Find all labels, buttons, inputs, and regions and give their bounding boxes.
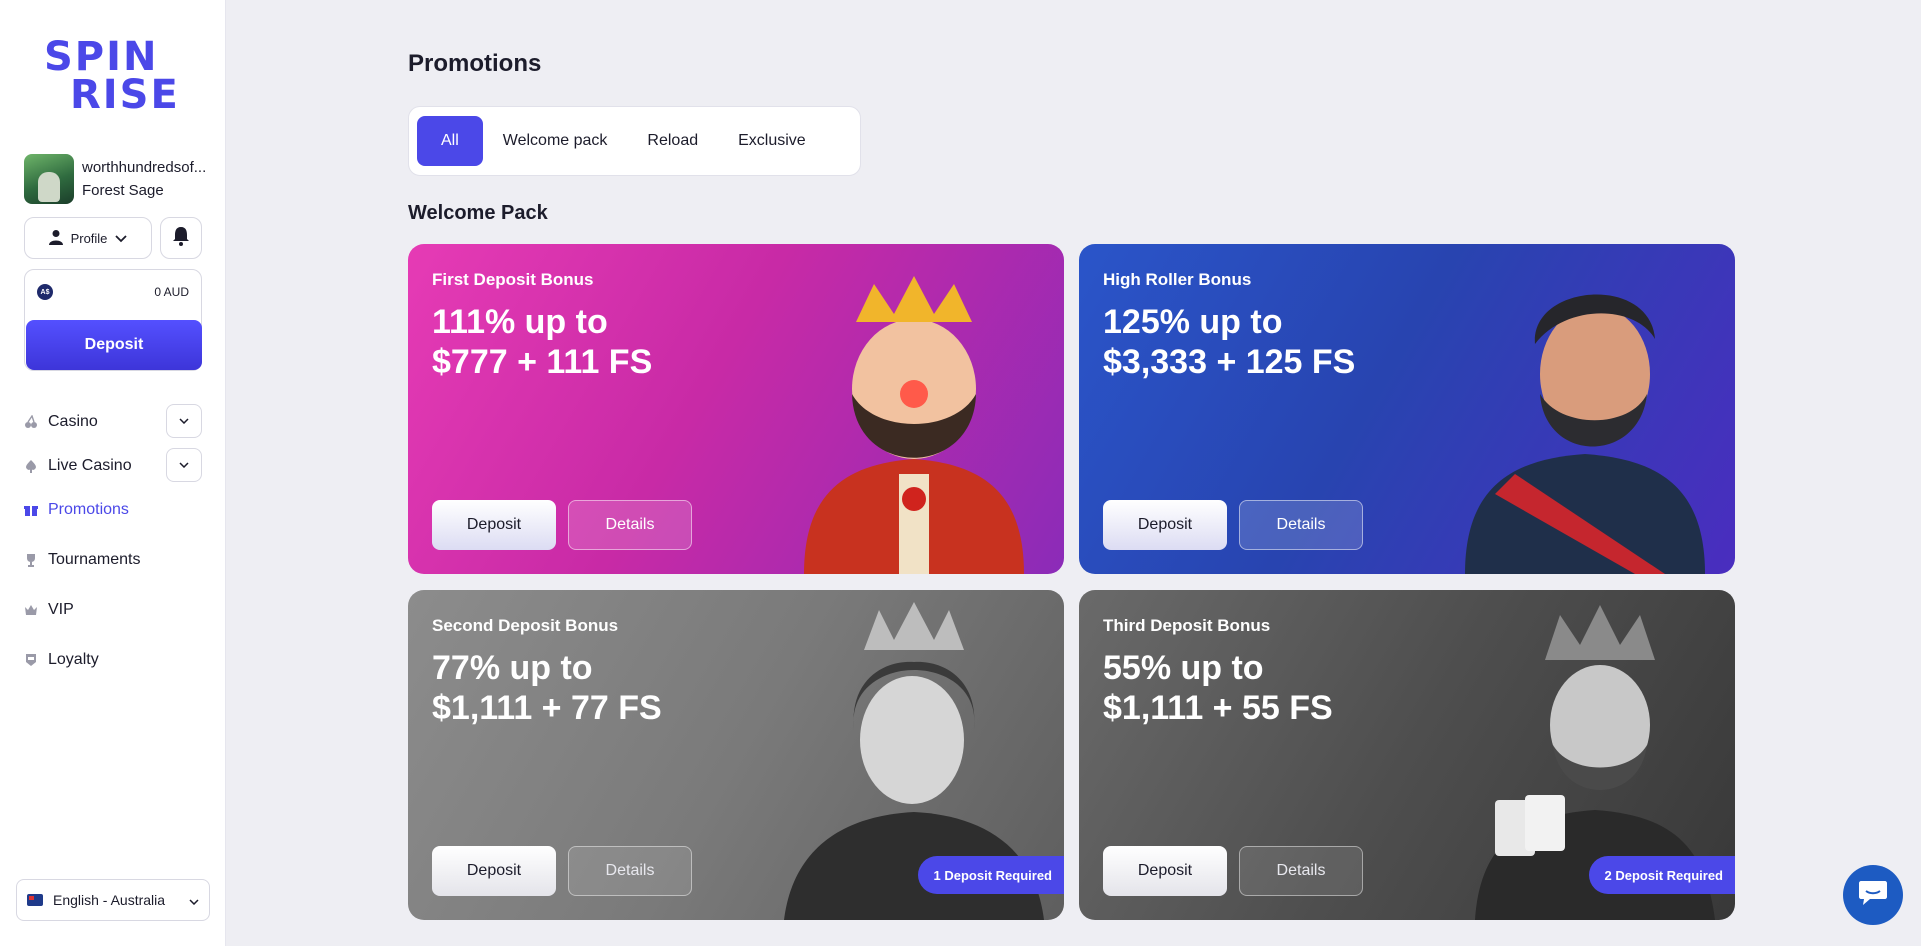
card-headline-line2: $1,111 + 77 FS [432,689,662,727]
logo-line-2: RISE [70,72,180,118]
spinrise-logo[interactable]: SPIN RISE [44,34,184,118]
crown-icon [24,603,38,617]
sidebar-item-tournaments[interactable]: Tournaments [24,538,202,582]
sidebar-item-label: Promotions [48,501,129,518]
details-button[interactable]: Details [1239,500,1363,550]
sidebar-item-vip[interactable]: VIP [24,588,202,632]
promo-card-third-deposit: Third Deposit Bonus 55% up to $1,111 + 5… [1079,590,1735,920]
expand-casino-button[interactable] [166,404,202,438]
tab-all[interactable]: All [417,116,483,166]
spade-icon [24,459,38,473]
tab-exclusive[interactable]: Exclusive [718,116,826,166]
aud-currency-icon: A$ [37,284,53,300]
live-chat-button[interactable] [1843,865,1903,925]
balance-value: 0 AUD [154,285,189,299]
details-button[interactable]: Details [1239,846,1363,896]
gift-icon [24,503,38,517]
expand-live-casino-button[interactable] [166,448,202,482]
badge-icon [24,653,38,667]
deposit-required-badge: 2 Deposit Required [1588,856,1735,894]
username: worthhundredsof... [82,159,207,176]
card-headline-line2: $777 + 111 FS [432,343,653,381]
card-headline-line1: 125% up to [1103,303,1283,341]
avatar[interactable] [24,154,74,204]
card-headline: 77% up to $1,111 + 77 FS [432,648,792,728]
sidebar-nav: Casino Live Casino Promotions Tournament… [24,400,202,682]
card-subtitle: High Roller Bonus [1103,270,1252,289]
card-headline-line1: 77% up to [432,649,593,687]
bell-icon [172,226,190,251]
sidebar-item-label: Casino [48,413,98,430]
card-headline-line1: 55% up to [1103,649,1264,687]
deposit-button[interactable]: Deposit [432,500,556,550]
card-headline-line2: $3,333 + 125 FS [1103,343,1356,381]
deposit-button[interactable]: Deposit [1103,846,1227,896]
sidebar-item-live-casino[interactable]: Live Casino [24,444,202,488]
captain-character-illustration [1465,294,1705,574]
card-headline-line2: $1,111 + 55 FS [1103,689,1333,727]
cherry-icon [24,415,38,429]
sidebar-item-label: VIP [48,601,74,618]
sidebar: SPIN RISE worthhundredsof... Forest Sage… [0,0,226,946]
sidebar-item-casino[interactable]: Casino [24,400,202,444]
deposit-button[interactable]: Deposit [432,846,556,896]
sidebar-item-loyalty[interactable]: Loyalty [24,638,202,682]
user-rank: Forest Sage [82,182,164,199]
tab-welcome-pack[interactable]: Welcome pack [483,116,628,166]
card-subtitle: First Deposit Bonus [432,270,594,289]
promo-card-first-deposit: First Deposit Bonus 111% up to $777 + 11… [408,244,1064,574]
user-summary: worthhundredsof... Forest Sage [24,154,206,204]
details-button[interactable]: Details [568,846,692,896]
profile-button[interactable]: Profile [24,217,152,259]
australia-flag-icon [27,894,43,906]
section-title: Welcome Pack [408,202,548,224]
page-title: Promotions [408,50,542,77]
sidebar-deposit-button[interactable]: Deposit [26,320,202,370]
sidebar-item-label: Tournaments [48,551,141,568]
chevron-down-icon [115,231,128,246]
king-character-illustration [804,276,1024,574]
card-subtitle: Second Deposit Bonus [432,616,619,635]
chat-bubble-icon [1858,879,1888,912]
card-headline-line1: 111% up to [432,303,608,341]
promo-filter-tabs: All Welcome pack Reload Exclusive [408,106,861,176]
card-headline: 111% up to $777 + 111 FS [432,302,792,382]
trophy-icon [24,553,38,567]
user-icon [48,229,63,248]
promo-card-high-roller: High Roller Bonus 125% up to $3,333 + 12… [1079,244,1735,574]
language-label: English - Australia [53,892,166,908]
logo-line-1: SPIN [44,34,159,80]
sidebar-item-label: Live Casino [48,457,132,474]
deposit-required-badge: 1 Deposit Required [917,856,1064,894]
details-button[interactable]: Details [568,500,692,550]
sidebar-item-label: Loyalty [48,651,99,668]
profile-label: Profile [70,230,108,246]
tab-reload[interactable]: Reload [627,116,718,166]
notifications-button[interactable] [160,217,202,259]
card-headline: 125% up to $3,333 + 125 FS [1103,302,1463,382]
wallet-box: A$ 0 AUD Deposit [24,269,202,371]
card-subtitle: Third Deposit Bonus [1103,616,1271,635]
sidebar-item-promotions[interactable]: Promotions [24,488,202,532]
language-select[interactable]: English - Australia [16,879,210,921]
deposit-button[interactable]: Deposit [1103,500,1227,550]
chevron-down-icon [189,892,199,908]
promo-card-second-deposit: Second Deposit Bonus 77% up to $1,111 + … [408,590,1064,920]
card-headline: 55% up to $1,111 + 55 FS [1103,648,1463,728]
